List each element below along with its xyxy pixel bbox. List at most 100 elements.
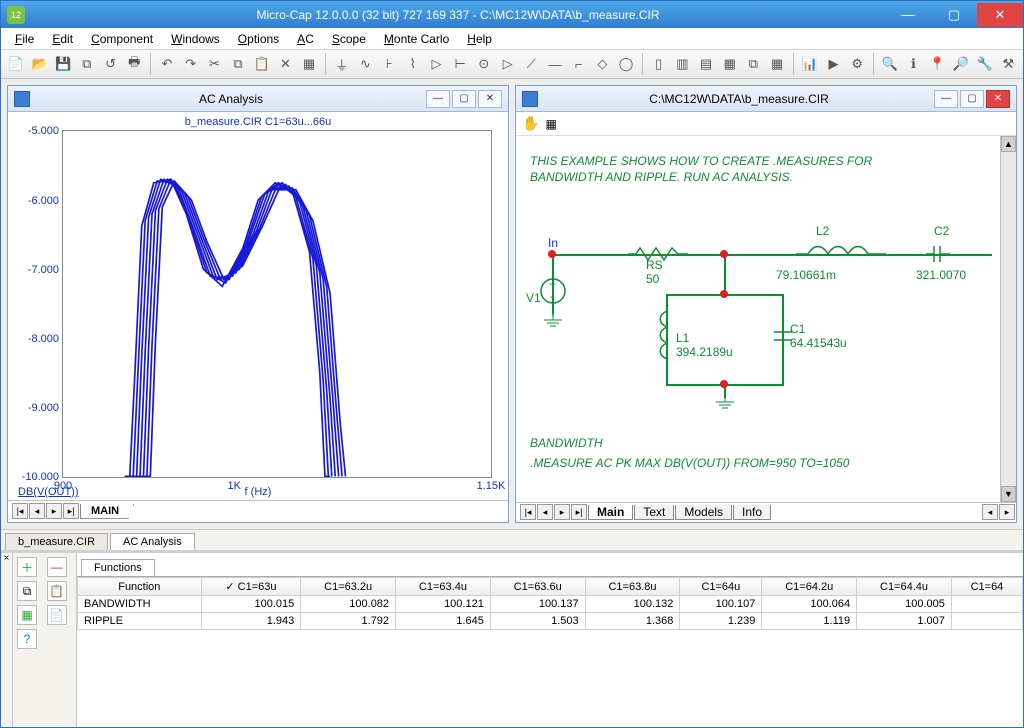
vertical-scrollbar[interactable]: ▲ ▼ <box>1000 136 1016 501</box>
new-icon[interactable]: 📄 <box>5 53 27 75</box>
col-header[interactable]: C1=63.2u <box>301 578 396 596</box>
probe-icon[interactable]: 📍 <box>926 53 948 75</box>
schematic-canvas[interactable]: THIS EXAMPLE SHOWS HOW TO CREATE .MEASUR… <box>516 136 1000 501</box>
nav-prev-icon[interactable]: ◂ <box>29 503 45 519</box>
menu-edit[interactable]: Edit <box>44 30 81 48</box>
menu-component[interactable]: Component <box>83 30 161 48</box>
open-icon[interactable]: 📂 <box>29 53 51 75</box>
close-button[interactable]: ✕ <box>977 3 1023 27</box>
doc-tab-analysis[interactable]: AC Analysis <box>110 533 195 550</box>
source-icon[interactable]: ⊙ <box>473 53 495 75</box>
minimize-button[interactable]: — <box>885 3 931 27</box>
functions-tab[interactable]: Functions <box>81 559 155 576</box>
window3-icon[interactable]: ▤ <box>695 53 717 75</box>
tab-models[interactable]: Models <box>675 505 732 520</box>
nav-first-icon[interactable]: |◂ <box>520 504 536 520</box>
tab-info[interactable]: Info <box>733 505 771 520</box>
info-icon[interactable]: ℹ <box>903 53 925 75</box>
nav-first-icon[interactable]: |◂ <box>12 503 28 519</box>
col-header[interactable]: C1=63.4u <box>396 578 491 596</box>
text-icon[interactable]: ◯ <box>615 53 637 75</box>
col-header[interactable]: C1=64.2u <box>762 578 857 596</box>
revert-icon[interactable]: ↺ <box>100 53 122 75</box>
col-header[interactable]: C1=64.4u <box>857 578 952 596</box>
pan-icon[interactable]: ✋ <box>522 115 539 132</box>
menu-windows[interactable]: Windows <box>163 30 228 48</box>
window4-icon[interactable]: ▦ <box>719 53 741 75</box>
add-icon[interactable]: ＋ <box>17 557 37 577</box>
col-header[interactable]: Function <box>78 578 202 596</box>
col-header[interactable]: C1=63.8u <box>585 578 680 596</box>
functions-grid[interactable]: Function✓ C1=63uC1=63.2uC1=63.4uC1=63.6u… <box>77 577 1023 727</box>
nav-next-icon[interactable]: ▸ <box>46 503 62 519</box>
calc-icon[interactable]: 📊 <box>799 53 821 75</box>
sub-minimize-button[interactable]: — <box>934 90 958 108</box>
sheet-icon[interactable]: 📄 <box>47 605 67 625</box>
panel-close-icon[interactable]: × <box>1 553 13 727</box>
menu-help[interactable]: Help <box>459 30 500 48</box>
find-icon[interactable]: 🔍 <box>879 53 901 75</box>
wire2-icon[interactable]: ⌐ <box>568 53 590 75</box>
tab-main[interactable]: Main <box>588 505 633 520</box>
ground-icon[interactable]: ⏚ <box>331 53 353 75</box>
cascade-icon[interactable]: ⧉ <box>743 53 765 75</box>
copy-icon[interactable]: ⧉ <box>227 53 249 75</box>
scroll-down-icon[interactable]: ▼ <box>1001 486 1016 502</box>
plot-tab-main[interactable]: MAIN <box>80 504 134 519</box>
undo-icon[interactable]: ↶ <box>156 53 178 75</box>
copy-icon[interactable]: ⧉ <box>17 581 37 601</box>
opts-icon[interactable]: ⚒ <box>997 53 1019 75</box>
menu-file[interactable]: File <box>7 30 42 48</box>
tile-icon[interactable]: ▦ <box>766 53 788 75</box>
diode-icon[interactable]: ▷ <box>426 53 448 75</box>
sub-maximize-button[interactable]: ▢ <box>452 90 476 108</box>
paste-icon[interactable]: 📋 <box>251 53 273 75</box>
switch-icon[interactable]: ⟋ <box>520 53 542 75</box>
select-icon[interactable]: ▦ <box>298 53 320 75</box>
sub-close-button[interactable]: ✕ <box>986 90 1010 108</box>
hscroll-left-icon[interactable]: ◂ <box>982 504 998 520</box>
sub-maximize-button[interactable]: ▢ <box>960 90 984 108</box>
ac-plot[interactable]: -5.000 -6.000 -7.000 -8.000 -9.000 -10.0… <box>62 130 492 477</box>
cfg-icon[interactable]: ⚙ <box>846 53 868 75</box>
nav-prev-icon[interactable]: ◂ <box>537 504 553 520</box>
export-icon[interactable]: ▦ <box>17 605 37 625</box>
zoom-icon[interactable]: 🔎 <box>950 53 972 75</box>
redo-icon[interactable]: ↷ <box>180 53 202 75</box>
window1-icon[interactable]: ▯ <box>648 53 670 75</box>
col-header[interactable]: ✓ C1=63u <box>201 578 301 596</box>
col-header[interactable]: C1=63.6u <box>490 578 585 596</box>
saveall-icon[interactable]: ⧉ <box>76 53 98 75</box>
delete-icon[interactable]: ✕ <box>275 53 297 75</box>
maximize-button[interactable]: ▢ <box>931 3 977 27</box>
nav-last-icon[interactable]: ▸| <box>571 504 587 520</box>
nodenum-icon[interactable]: ◇ <box>591 53 613 75</box>
nav-last-icon[interactable]: ▸| <box>63 503 79 519</box>
run-icon[interactable]: ▶ <box>823 53 845 75</box>
menu-options[interactable]: Options <box>230 30 287 48</box>
menu-scope[interactable]: Scope <box>324 30 374 48</box>
resistor-icon[interactable]: ∿ <box>355 53 377 75</box>
remove-icon[interactable]: — <box>47 557 67 577</box>
doc-tab-circuit[interactable]: b_measure.CIR <box>5 533 108 550</box>
opamp-icon[interactable]: ▷ <box>497 53 519 75</box>
inductor-icon[interactable]: ⌇ <box>402 53 424 75</box>
col-header[interactable]: C1=64u <box>680 578 762 596</box>
sub-minimize-button[interactable]: — <box>426 90 450 108</box>
print-icon[interactable]: 🖶 <box>123 53 145 75</box>
cut-icon[interactable]: ✂ <box>203 53 225 75</box>
grid-icon[interactable]: ▦ <box>545 117 556 131</box>
paste-icon[interactable]: 📋 <box>47 581 67 601</box>
tab-text[interactable]: Text <box>634 505 674 520</box>
window2-icon[interactable]: ▥ <box>672 53 694 75</box>
menu-ac[interactable]: AC <box>289 30 322 48</box>
wire-icon[interactable]: — <box>544 53 566 75</box>
capacitor-icon[interactable]: ⊦ <box>378 53 400 75</box>
menu-montecarlo[interactable]: Monte Carlo <box>376 30 457 48</box>
tools-icon[interactable]: 🔧 <box>974 53 996 75</box>
y-axis-label[interactable]: DB(V(OUT)) <box>18 486 79 498</box>
save-icon[interactable]: 💾 <box>52 53 74 75</box>
scroll-up-icon[interactable]: ▲ <box>1001 136 1016 152</box>
sub-close-button[interactable]: ✕ <box>478 90 502 108</box>
nav-next-icon[interactable]: ▸ <box>554 504 570 520</box>
